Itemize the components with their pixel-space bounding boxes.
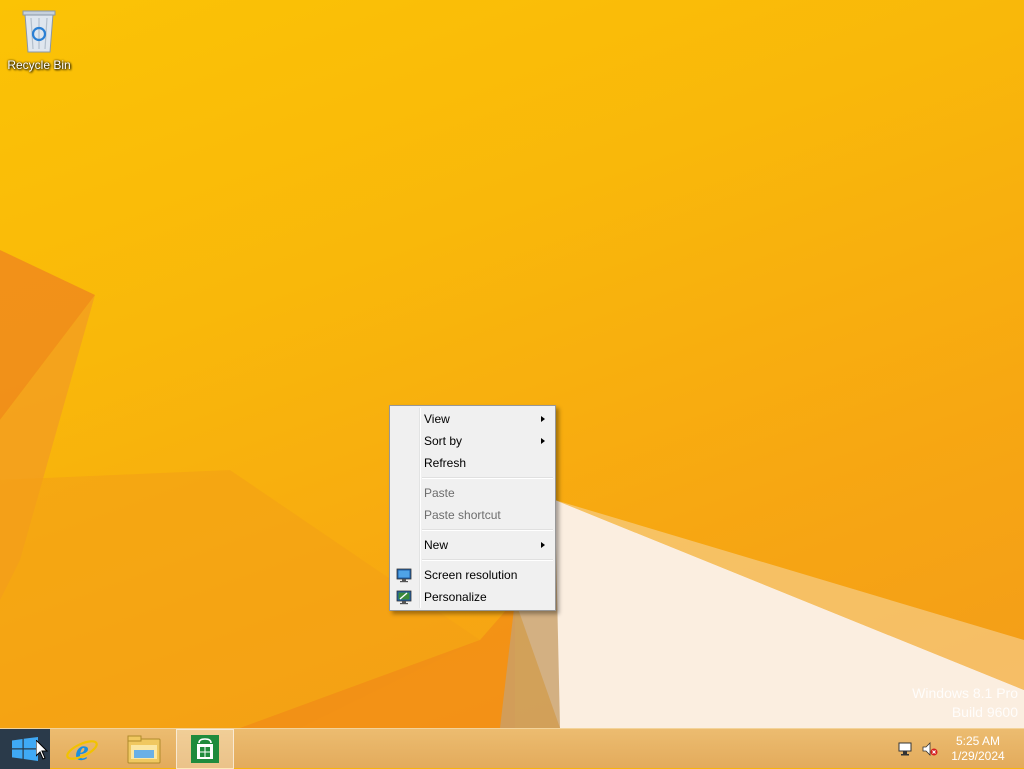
recycle-bin-icon [19, 6, 59, 54]
menu-item-view[interactable]: View [390, 408, 555, 430]
svg-text:e: e [75, 734, 88, 767]
menu-item-label: New [424, 538, 449, 552]
file-explorer-icon [127, 735, 161, 764]
screen-resolution-icon [396, 568, 412, 583]
recycle-bin-label: Recycle Bin [7, 58, 71, 72]
menu-item-new[interactable]: New [390, 534, 555, 556]
menu-item-label: View [424, 412, 450, 426]
menu-item-label: Refresh [424, 456, 467, 470]
submenu-arrow-icon [541, 438, 545, 444]
store-icon [191, 735, 219, 763]
menu-item-screen-resolution[interactable]: Screen resolution [390, 564, 555, 586]
menu-item-paste-shortcut: Paste shortcut [390, 504, 555, 526]
menu-item-label: Paste shortcut [424, 508, 501, 522]
mouse-cursor-icon [36, 740, 48, 760]
windows-logo-icon [12, 737, 38, 761]
submenu-arrow-icon [541, 416, 545, 422]
network-icon[interactable] [898, 741, 914, 757]
menu-item-label: Personalize [424, 590, 487, 604]
menu-item-personalize[interactable]: Personalize [390, 586, 555, 608]
recycle-bin-shortcut[interactable]: Recycle Bin [4, 6, 74, 72]
clock-date: 1/29/2024 [951, 749, 1005, 763]
taskbar: e 5:25 AM 1/29/2024 [0, 728, 1024, 769]
clock-time: 5:25 AM [955, 734, 1001, 748]
watermark-edition: Windows 8.1 Pro [912, 685, 1018, 701]
submenu-arrow-icon [541, 542, 545, 548]
internet-explorer-icon: e [66, 734, 98, 767]
taskbar-internet-explorer[interactable]: e [56, 729, 108, 769]
volume-muted-icon[interactable] [922, 741, 938, 757]
menu-separator [422, 559, 553, 561]
menu-separator [422, 477, 553, 479]
watermark-build: Build 9600 [951, 704, 1018, 720]
menu-separator [422, 529, 553, 531]
windows-watermark: Windows 8.1 Pro Build 9600 [912, 684, 1018, 722]
desktop-context-menu: View Sort by Refresh Paste Paste shortcu… [389, 405, 556, 611]
taskbar-clock[interactable]: 5:25 AM 1/29/2024 [948, 734, 1008, 764]
menu-item-label: Paste [424, 486, 455, 500]
desktop[interactable]: Recycle Bin Windows 8.1 Pro Build 9600 V… [0, 0, 1024, 728]
menu-item-label: Sort by [424, 434, 463, 448]
menu-item-label: Screen resolution [424, 568, 518, 582]
taskbar-store[interactable] [176, 729, 234, 769]
menu-item-refresh[interactable]: Refresh [390, 452, 555, 474]
menu-item-sort-by[interactable]: Sort by [390, 430, 555, 452]
personalize-icon [396, 590, 412, 605]
wallpaper [0, 250, 1024, 728]
taskbar-file-explorer[interactable] [118, 729, 170, 769]
menu-item-paste: Paste [390, 482, 555, 504]
